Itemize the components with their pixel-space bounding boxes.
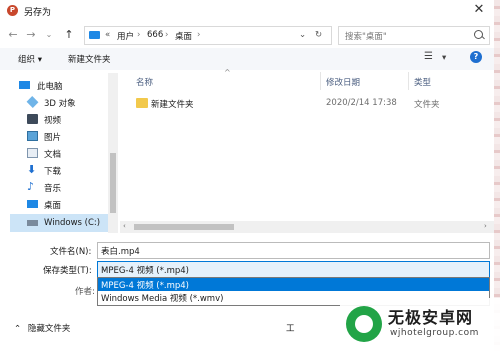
navigation-pane: 此电脑 3D 对象 视频 图片 文档 ⬇ 下载 ♪ 音乐 桌面 Windows … <box>10 73 118 233</box>
watermark-title: 无极安卓网 <box>388 308 474 327</box>
title-bar: P 另存为 ✕ <box>0 0 494 22</box>
recent-locations-chevron-icon[interactable]: ⌄ <box>42 27 56 43</box>
scrollbar-thumb[interactable] <box>110 153 116 213</box>
search-icon <box>474 30 483 39</box>
address-dropdown-icon[interactable]: ⌄ <box>299 30 306 40</box>
computer-icon <box>19 81 30 89</box>
sidebar-item-3d-objects[interactable]: 3D 对象 <box>10 94 118 111</box>
sidebar-item-label: 3D 对象 <box>44 99 76 109</box>
watermark: 无极安卓网 wjhotelgroup.com <box>340 298 500 351</box>
back-arrow-icon[interactable]: ← <box>6 27 20 43</box>
file-list: ^ 名称 修改日期 类型 新建文件夹 2020/2/14 17:38 文件夹 <box>120 68 494 232</box>
scrollbar-thumb[interactable] <box>134 224 234 230</box>
sidebar-item-label: 桌面 <box>44 201 62 211</box>
file-row[interactable]: 新建文件夹 2020/2/14 17:38 文件夹 <box>136 96 476 112</box>
file-modified: 2020/2/14 17:38 <box>326 98 397 108</box>
music-icon: ♪ <box>27 180 35 193</box>
sidebar-item-this-pc[interactable]: 此电脑 <box>10 77 118 94</box>
sidebar-item-label: 文档 <box>44 150 62 160</box>
desktop-icon <box>27 200 38 208</box>
sidebar-item-label: 音乐 <box>44 184 62 194</box>
filename-input[interactable]: 表白.mp4 ⌄ <box>97 242 490 259</box>
sidebar-item-label: 视频 <box>44 116 62 126</box>
breadcrumb-users[interactable]: 用户 <box>117 30 134 42</box>
column-separator[interactable] <box>408 72 409 90</box>
forward-arrow-icon[interactable]: → <box>24 27 38 43</box>
search-box[interactable]: 搜索"桌面" <box>338 26 490 45</box>
new-folder-button[interactable]: 新建文件夹 <box>68 53 111 65</box>
powerpoint-app-icon: P <box>7 5 18 16</box>
help-icon[interactable]: ? <box>470 51 482 63</box>
navigation-pane-scrollbar[interactable] <box>108 73 118 233</box>
file-type: 文件夹 <box>414 100 440 110</box>
file-name: 新建文件夹 <box>151 100 194 110</box>
sidebar-item-music[interactable]: ♪ 音乐 <box>10 179 118 196</box>
column-header-type[interactable]: 类型 <box>414 76 431 88</box>
filename-label: 文件名(N): <box>50 247 92 257</box>
sidebar-item-desktop[interactable]: 桌面 <box>10 196 118 213</box>
chevron-up-icon: ⌃ <box>14 324 22 334</box>
navigation-bar: ← → ⌄ ↑ « 用户 › 666 › 桌面 › ⌄ ↻ 搜索"桌面" <box>0 24 494 46</box>
command-toolbar: 组织 ▾ 新建文件夹 ☰ ▾ ? <box>0 48 494 70</box>
file-list-horizontal-scrollbar[interactable]: ‹ › <box>120 221 494 233</box>
sidebar-item-label: 图片 <box>44 133 62 143</box>
watermark-url: wjhotelgroup.com <box>390 328 479 338</box>
address-bar[interactable]: « 用户 › 666 › 桌面 › ⌄ ↻ <box>84 26 332 45</box>
sidebar-item-downloads[interactable]: ⬇ 下载 <box>10 162 118 179</box>
scroll-left-icon[interactable]: ‹ <box>123 222 126 230</box>
pictures-icon <box>27 131 38 141</box>
up-arrow-icon[interactable]: ↑ <box>62 27 76 43</box>
watermark-logo-icon <box>346 306 382 342</box>
breadcrumb-separator-icon: › <box>197 30 201 40</box>
documents-icon <box>27 148 38 158</box>
sidebar-item-videos[interactable]: 视频 <box>10 111 118 128</box>
breadcrumb-desktop[interactable]: 桌面 <box>175 30 192 42</box>
option-mp4[interactable]: MPEG-4 视频 (*.mp4) <box>98 278 489 291</box>
breadcrumb-separator-icon: › <box>165 30 169 40</box>
sidebar-item-windows-c[interactable]: Windows (C:) <box>10 214 118 232</box>
folder-icon <box>136 98 148 108</box>
option-label: Windows Media 视频 (*.wmv) <box>101 294 224 304</box>
tools-menu-button[interactable]: 工 <box>286 322 295 334</box>
column-header-name[interactable]: 名称 <box>136 76 153 88</box>
breadcrumb-separator-icon: › <box>137 30 141 40</box>
sidebar-item-label: Windows (C:) <box>44 218 101 228</box>
sidebar-item-label: 下载 <box>44 167 62 177</box>
sidebar-item-documents[interactable]: 文档 <box>10 145 118 162</box>
option-label: MPEG-4 视频 (*.mp4) <box>101 281 189 291</box>
3d-objects-icon <box>26 96 39 108</box>
search-placeholder: 搜索"桌面" <box>345 32 387 42</box>
view-options-chevron-icon[interactable]: ▾ <box>442 53 446 63</box>
window-title: 另存为 <box>24 8 52 18</box>
breadcrumb-666[interactable]: 666 <box>147 30 163 40</box>
sidebar-item-label: 此电脑 <box>37 82 63 92</box>
address-overflow[interactable]: « <box>105 30 110 40</box>
this-pc-icon <box>89 31 100 39</box>
chevron-down-icon[interactable]: ⌄ <box>101 245 485 255</box>
refresh-icon[interactable]: ↻ <box>315 30 322 40</box>
save-type-label: 保存类型(T): <box>43 266 92 276</box>
chevron-down-icon[interactable]: ⌄ <box>101 264 485 274</box>
organize-menu-button[interactable]: 组织 ▾ <box>18 53 42 65</box>
sort-ascending-icon: ^ <box>224 68 231 77</box>
sidebar-item-pictures[interactable]: 图片 <box>10 128 118 145</box>
download-icon: ⬇ <box>27 163 37 176</box>
hide-folders-button[interactable]: ⌃ 隐藏文件夹 <box>14 322 70 334</box>
view-options-icon[interactable]: ☰ <box>424 51 433 62</box>
save-type-select[interactable]: MPEG-4 视频 (*.mp4) ⌄ <box>97 261 490 278</box>
hide-folders-label: 隐藏文件夹 <box>27 324 71 334</box>
column-header-modified[interactable]: 修改日期 <box>326 76 360 88</box>
video-icon <box>27 114 38 124</box>
column-separator[interactable] <box>320 72 321 90</box>
drive-icon <box>27 220 38 226</box>
author-label: 作者: <box>75 287 95 297</box>
close-icon[interactable]: ✕ <box>472 3 486 17</box>
scroll-right-icon[interactable]: › <box>484 222 487 230</box>
